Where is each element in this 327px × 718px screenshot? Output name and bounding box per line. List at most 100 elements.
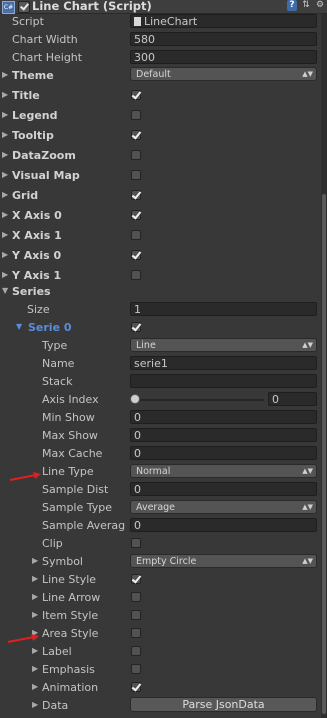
section-y-axis-1-checkbox[interactable] [131,270,141,280]
help-icon[interactable]: ? [287,0,297,11]
stack-input[interactable] [130,374,317,388]
section-visual-map[interactable]: ▶ Visual Map [0,167,321,185]
line-arrow-row: ▶ Line Arrow [0,589,321,607]
scrollbar[interactable] [321,14,327,718]
sample-average-input[interactable]: 0 [130,518,317,532]
name-row: Name serie1 [0,355,321,373]
expand-arrow-icon[interactable]: ▶ [2,190,8,199]
annotation-arrow-icon [9,472,41,481]
section-x-axis-1-checkbox[interactable] [131,230,141,240]
section-tooltip[interactable]: ▶ Tooltip [0,127,321,145]
component-enabled-checkbox[interactable] [18,1,30,13]
line-type-dropdown[interactable]: Normal ▲▼ [130,464,317,478]
line-style-row: ▶ Line Style [0,571,321,589]
script-field[interactable]: LineChart [130,14,317,28]
chart-width-label: Chart Width [12,33,78,46]
section-datazoom[interactable]: ▶ DataZoom [0,147,321,165]
serie0-checkbox[interactable] [131,322,141,332]
line-type-row: Line Type Normal ▲▼ [0,463,321,481]
sample-dist-input[interactable]: 0 [130,482,317,496]
max-cache-input[interactable]: 0 [130,446,317,460]
expand-arrow-icon[interactable]: ▶ [2,170,8,179]
expand-arrow-icon[interactable]: ▶ [32,682,38,691]
script-row: Script LineChart [0,13,321,31]
section-datazoom-checkbox[interactable] [131,150,141,160]
chart-height-input[interactable]: 300 [130,50,317,64]
data-row: ▶ Data Parse JsonData [0,697,321,715]
section-x-axis-1[interactable]: ▶ X Axis 1 [0,227,321,245]
emphasis-label: Emphasis [42,663,95,676]
type-label: Type [42,339,68,352]
chart-width-input[interactable]: 580 [130,32,317,46]
section-tooltip-checkbox[interactable] [131,130,141,140]
expand-arrow-icon[interactable]: ▶ [2,150,8,159]
max-show-input[interactable]: 0 [130,428,317,442]
dropdown-caret-icon: ▲▼ [302,341,313,349]
expand-arrow-icon[interactable]: ▶ [32,610,38,619]
emphasis-checkbox[interactable] [131,664,141,674]
section-x-axis-0[interactable]: ▶ X Axis 0 [0,207,321,225]
clip-checkbox[interactable] [131,538,141,548]
animation-row: ▶ Animation [0,679,321,697]
label-checkbox[interactable] [131,646,141,656]
section-visual-map-checkbox[interactable] [131,170,141,180]
expand-arrow-icon[interactable]: ▶ [32,592,38,601]
parse-json-data-button[interactable]: Parse JsonData [130,697,317,712]
collapse-arrow-icon[interactable]: ▼ [16,322,22,331]
section-title[interactable]: ▶ Title [0,87,321,105]
section-x-axis-0-checkbox[interactable] [131,210,141,220]
axis-index-slider-track[interactable] [134,399,264,401]
line-arrow-checkbox[interactable] [131,592,141,602]
axis-index-row: Axis Index 0 [0,391,321,409]
expand-arrow-icon[interactable]: ▶ [2,270,8,279]
expand-arrow-icon[interactable]: ▶ [2,70,8,79]
line-style-label: Line Style [42,573,97,586]
section-label: Grid [12,189,39,202]
preset-icon[interactable]: ⇅ [301,0,311,11]
line-style-checkbox[interactable] [131,574,141,584]
section-grid[interactable]: ▶ Grid [0,187,321,205]
expand-arrow-icon[interactable]: ▶ [2,130,8,139]
min-show-input[interactable]: 0 [130,410,317,424]
series-size-input[interactable]: 1 [130,302,317,316]
emphasis-row: ▶ Emphasis [0,661,321,679]
axis-index-input[interactable]: 0 [268,392,317,406]
name-input[interactable]: serie1 [130,356,317,370]
collapse-arrow-icon[interactable]: ▼ [2,286,8,295]
symbol-dropdown[interactable]: Empty Circle ▲▼ [130,554,317,568]
section-y-axis-0[interactable]: ▶ Y Axis 0 [0,247,321,265]
series-label: Series [12,285,51,298]
sample-type-label: Sample Type [42,501,113,514]
sample-type-dropdown[interactable]: Average ▲▼ [130,500,317,514]
max-show-row: Max Show 0 [0,427,321,445]
expand-arrow-icon[interactable]: ▶ [32,700,38,709]
expand-arrow-icon[interactable]: ▶ [32,646,38,655]
type-dropdown[interactable]: Line ▲▼ [130,338,317,352]
section-legend-checkbox[interactable] [131,110,141,120]
theme-dropdown[interactable]: Default ▲▼ [130,67,317,81]
animation-checkbox[interactable] [131,682,141,692]
gear-icon[interactable]: ⚙ [315,0,325,11]
series-row[interactable]: ▼ Series [0,283,321,301]
expand-arrow-icon[interactable]: ▶ [32,574,38,583]
expand-arrow-icon[interactable]: ▶ [2,250,8,259]
section-y-axis-0-checkbox[interactable] [131,250,141,260]
section-legend[interactable]: ▶ Legend [0,107,321,125]
expand-arrow-icon[interactable]: ▶ [32,664,38,673]
scrollbar-thumb[interactable] [322,194,326,714]
expand-arrow-icon[interactable]: ▶ [2,210,8,219]
section-label: Legend [12,109,58,122]
axis-index-slider-knob[interactable] [130,394,140,404]
expand-arrow-icon[interactable]: ▶ [2,110,8,119]
sample-type-row: Sample Type Average ▲▼ [0,499,321,517]
series-size-label: Size [27,303,50,316]
max-cache-label: Max Cache [42,447,103,460]
expand-arrow-icon[interactable]: ▶ [32,556,38,565]
serie0-row[interactable]: ▼ Serie 0 [0,319,321,337]
area-style-checkbox[interactable] [131,628,141,638]
expand-arrow-icon[interactable]: ▶ [2,90,8,99]
section-title-checkbox[interactable] [131,90,141,100]
item-style-checkbox[interactable] [131,610,141,620]
expand-arrow-icon[interactable]: ▶ [2,230,8,239]
section-grid-checkbox[interactable] [131,190,141,200]
